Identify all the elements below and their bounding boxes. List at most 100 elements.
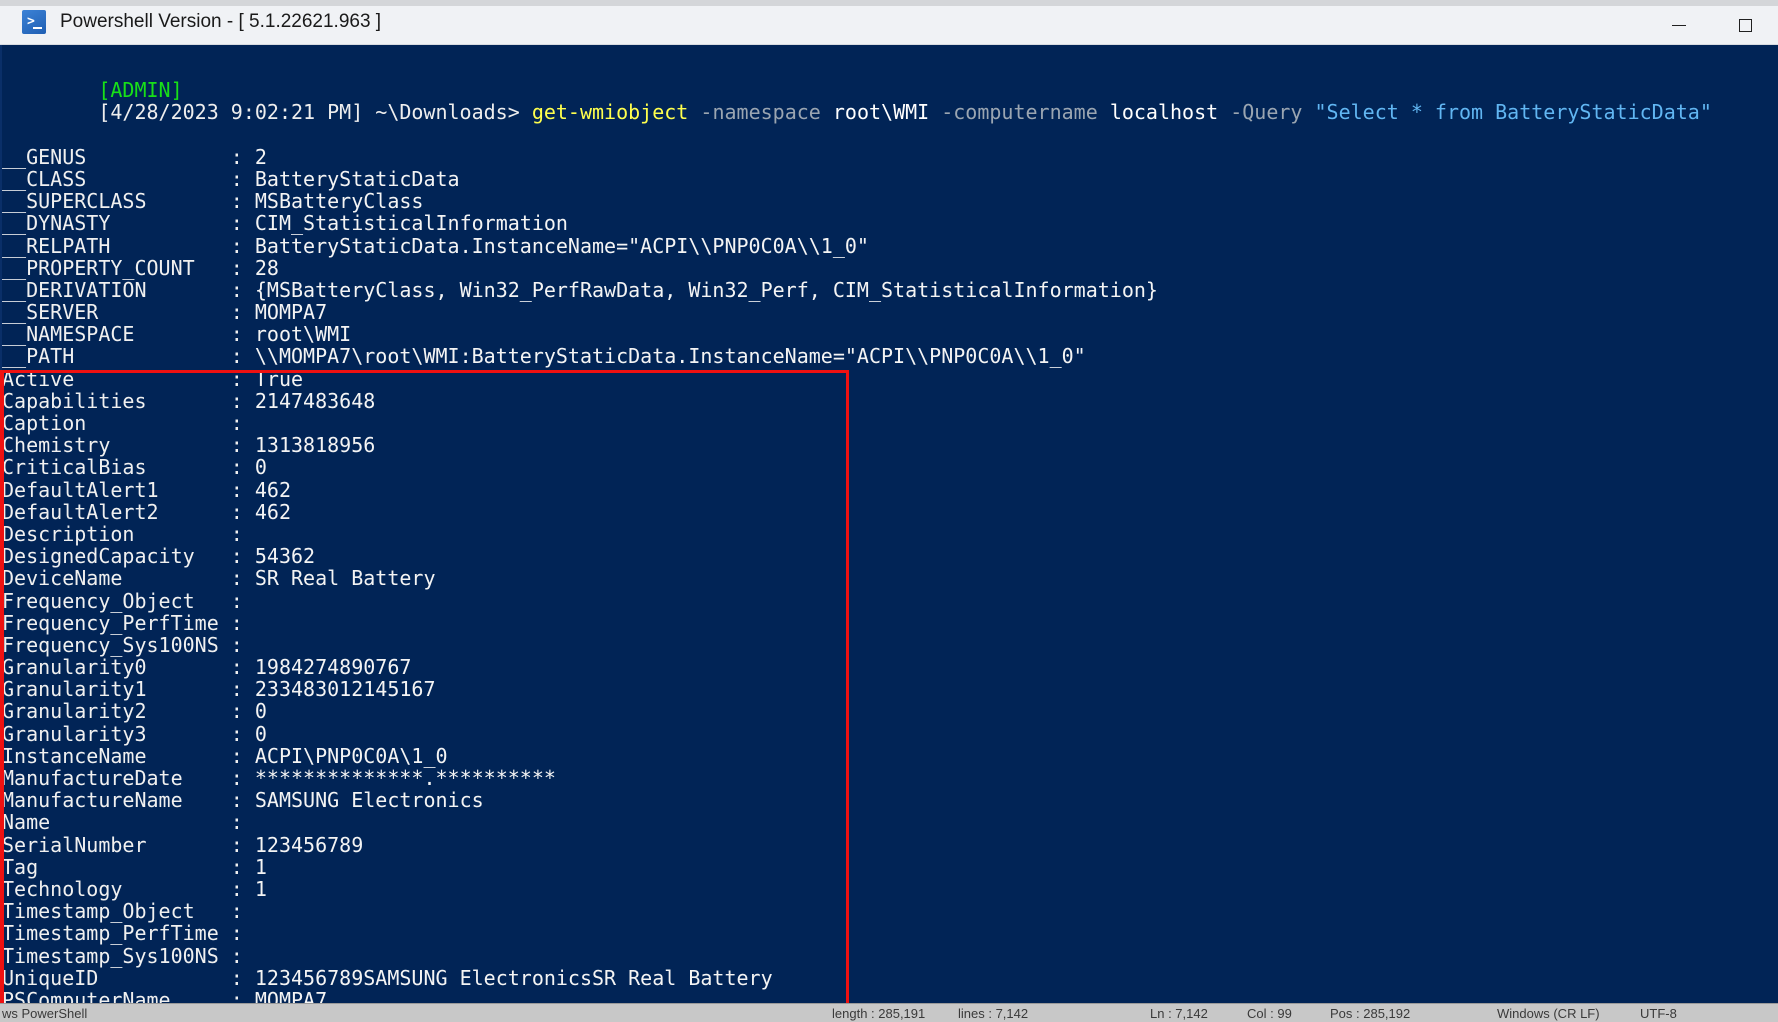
property-separator: : xyxy=(230,987,243,1003)
minimize-button[interactable] xyxy=(1646,6,1712,45)
property-value: {MSBatteryClass, Win32_PerfRawData, Win3… xyxy=(242,277,1158,302)
property-key: __GENUS xyxy=(2,144,231,169)
property-separator: : xyxy=(230,322,243,347)
property-separator: : xyxy=(230,743,243,768)
property-separator: : xyxy=(230,411,243,435)
property-value: 1984274890767 xyxy=(242,655,412,680)
computername-value: localhost xyxy=(1109,100,1219,125)
property-key: DeviceName xyxy=(2,566,231,591)
property-key: Frequency_Object xyxy=(2,588,231,613)
property-key: PSComputerName xyxy=(2,987,231,1003)
property-row: Timestamp_PerfTime : xyxy=(0,922,1778,944)
trailing-properties-block: PSComputerName : MOMPA7 xyxy=(0,989,1778,1003)
property-row: __DYNASTY : CIM_StatisticalInformation xyxy=(0,212,1778,234)
property-key: __PATH xyxy=(2,344,231,369)
property-separator: : xyxy=(230,921,243,946)
status-encoding: UTF-8 xyxy=(1640,1006,1677,1021)
property-key: Timestamp_PerfTime xyxy=(2,921,231,946)
property-row: __SUPERCLASS : MSBatteryClass xyxy=(0,190,1778,212)
status-length: length : 285,191 xyxy=(832,1006,926,1021)
status-lines: lines : 7,142 xyxy=(958,1006,1029,1021)
property-separator: : xyxy=(230,499,243,524)
property-value: 462 xyxy=(242,499,291,524)
property-row: __PROPERTY_COUNT : 28 xyxy=(0,257,1778,279)
property-row: Granularity0 : 1984274890767 xyxy=(0,656,1778,678)
property-separator: : xyxy=(230,211,243,236)
property-separator: : xyxy=(230,610,243,635)
property-separator: : xyxy=(230,166,243,191)
property-separator: : xyxy=(230,810,243,835)
property-key: ManufactureName xyxy=(2,788,231,813)
powershell-icon: > xyxy=(22,10,46,34)
admin-tag-line: [ADMIN] xyxy=(0,57,1778,101)
property-row: DefaultAlert2 : 462 xyxy=(0,501,1778,523)
property-key: Timestamp_Object xyxy=(2,899,231,924)
cmdlet-name: get-wmiobject xyxy=(531,100,689,125)
status-col: Col : 99 xyxy=(1247,1006,1292,1021)
property-key: Description xyxy=(2,521,231,546)
property-row: ManufactureName : SAMSUNG Electronics xyxy=(0,789,1778,811)
property-value: 0 xyxy=(242,699,267,724)
maximize-icon xyxy=(1738,19,1752,32)
property-key: DefaultAlert2 xyxy=(2,499,231,524)
property-row: __NAMESPACE : root\WMI xyxy=(0,323,1778,345)
property-row: DeviceName : SR Real Battery xyxy=(0,567,1778,589)
property-key: __CLASS xyxy=(2,166,231,191)
property-row: DesignedCapacity : 54362 xyxy=(0,545,1778,567)
prompt-text: [4/28/2023 9:02:21 PM] ~\Downloads> xyxy=(98,100,532,125)
property-value: 1 xyxy=(242,854,267,879)
property-key: __NAMESPACE xyxy=(2,322,231,347)
maximize-button[interactable] xyxy=(1712,6,1778,45)
property-row: Description : xyxy=(0,523,1778,545)
command-line: [4/28/2023 9:02:21 PM] ~\Downloads> get-… xyxy=(0,79,1778,123)
property-separator: : xyxy=(230,366,243,391)
property-separator: : xyxy=(230,344,243,369)
property-key: Active xyxy=(2,366,231,391)
property-key: Frequency_Sys100NS xyxy=(2,632,231,657)
property-key: Tag xyxy=(2,854,231,879)
property-value: **************.********** xyxy=(242,766,556,790)
property-row: __GENUS : 2 xyxy=(0,146,1778,168)
property-row: __CLASS : BatteryStaticData xyxy=(0,168,1778,190)
property-separator: : xyxy=(230,255,243,280)
property-row: InstanceName : ACPI\PNP0C0A\1_0 xyxy=(0,745,1778,767)
property-key: Granularity1 xyxy=(2,677,231,702)
property-separator: : xyxy=(230,477,243,502)
property-key: __SERVER xyxy=(2,300,231,325)
property-separator: : xyxy=(230,388,243,413)
property-row: Frequency_Object : xyxy=(0,588,1778,613)
property-key: Timestamp_Sys100NS xyxy=(2,943,231,968)
property-key: CriticalBias xyxy=(2,455,231,480)
property-row: Granularity3 : 0 xyxy=(0,723,1778,745)
property-row: ManufactureDate : **************.*******… xyxy=(0,767,1778,789)
property-separator: : xyxy=(230,788,243,813)
property-value: 233483012145167 xyxy=(242,677,436,702)
property-separator: : xyxy=(230,233,243,258)
property-value: 462 xyxy=(242,477,291,502)
powershell-window: > Powershell Version - [ 5.1.22621.963 ]… xyxy=(0,0,1778,1022)
property-separator: : xyxy=(230,699,243,724)
property-key: Capabilities xyxy=(2,388,231,413)
property-key: DefaultAlert1 xyxy=(2,477,231,502)
property-separator: : xyxy=(230,677,243,702)
property-key: SerialNumber xyxy=(2,832,231,857)
property-row: UniqueID : 123456789SAMSUNG ElectronicsS… xyxy=(0,967,1778,989)
property-row: CriticalBias : 0 xyxy=(0,456,1778,478)
property-separator: : xyxy=(230,655,243,680)
property-value: root\WMI xyxy=(242,322,352,347)
property-separator: : xyxy=(230,544,243,569)
battery-properties-block: Active : True Capabilities : 2147483648 Ca… xyxy=(0,368,1778,989)
property-key: __DERIVATION xyxy=(2,277,231,302)
property-value: SAMSUNG Electronics xyxy=(242,788,484,813)
property-row: Technology : 1 xyxy=(0,878,1778,900)
console-output-area[interactable]: [ADMIN] [4/28/2023 9:02:21 PM] ~\Downloa… xyxy=(0,45,1778,1003)
property-row: __SERVER : MOMPA7 xyxy=(0,301,1778,323)
property-row: Tag : 1 xyxy=(0,856,1778,878)
property-separator: : xyxy=(230,277,243,302)
property-row: PSComputerName : MOMPA7 xyxy=(0,989,1778,1003)
property-separator: : xyxy=(230,854,243,879)
property-row: __PATH : \\MOMPA7\root\WMI:BatteryStatic… xyxy=(0,345,1778,367)
status-ln: Ln : 7,142 xyxy=(1150,1006,1208,1021)
property-row: Timestamp_Object : xyxy=(0,900,1778,922)
